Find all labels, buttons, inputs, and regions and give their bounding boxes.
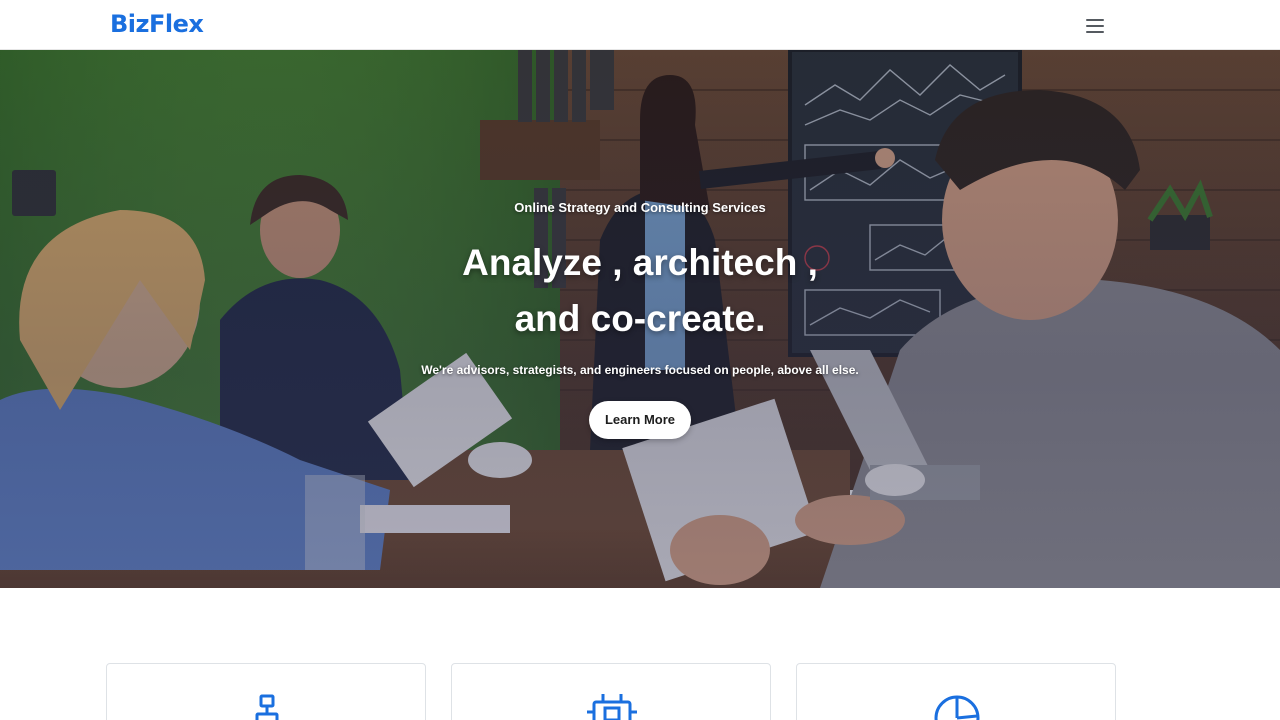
brand-logo[interactable]: BizFlex	[110, 10, 204, 38]
feature-card[interactable]	[451, 663, 771, 720]
pie-chart-icon	[934, 695, 980, 720]
feature-card[interactable]	[106, 663, 426, 720]
cpu-chip-icon	[587, 694, 637, 720]
feature-card[interactable]	[796, 663, 1116, 720]
hero-section: Online Strategy and Consulting Services …	[0, 50, 1280, 588]
menu-toggle-button[interactable]	[1080, 13, 1110, 39]
hero-content: Online Strategy and Consulting Services …	[340, 200, 940, 439]
navbar: BizFlex	[0, 0, 1280, 50]
hero-headline-line1: Analyze , architech ,	[462, 242, 818, 283]
hero-headline-line2: and co-create.	[514, 298, 766, 339]
hero-headline: Analyze , architech , and co-create.	[340, 235, 940, 347]
features-section	[0, 588, 1280, 720]
hero-subline: We're advisors, strategists, and enginee…	[421, 363, 859, 377]
hero-eyebrow: Online Strategy and Consulting Services	[514, 200, 766, 215]
learn-more-button[interactable]: Learn More	[588, 401, 692, 439]
hamburger-menu-icon	[1086, 19, 1104, 33]
hierarchy-structure-icon	[255, 694, 279, 720]
